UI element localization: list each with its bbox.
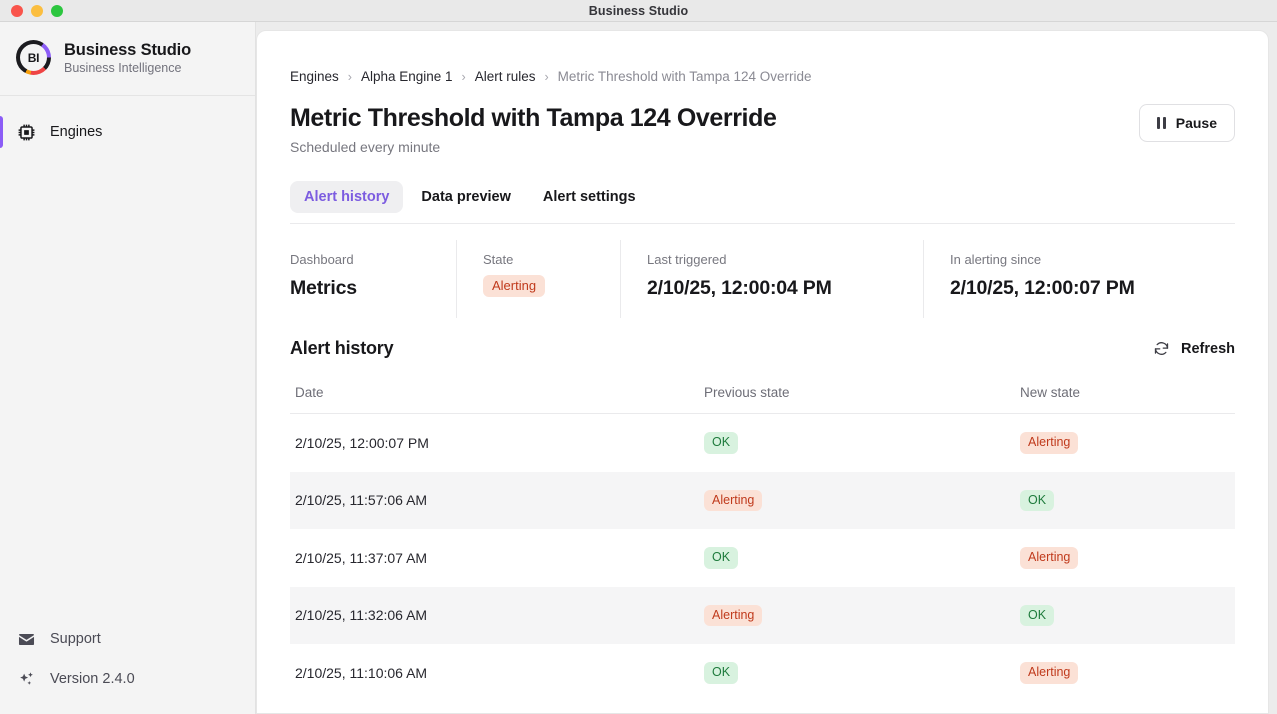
pause-button-label: Pause bbox=[1175, 115, 1217, 131]
pause-icon bbox=[1156, 117, 1166, 129]
refresh-button-label: Refresh bbox=[1181, 340, 1235, 357]
envelope-icon bbox=[16, 629, 36, 649]
breadcrumb-separator-icon: › bbox=[347, 69, 352, 84]
stat-last-triggered: Last triggered 2/10/25, 12:00:04 PM bbox=[620, 240, 923, 318]
cell-new-state: Alerting bbox=[1020, 644, 1235, 702]
sidebar-item-label: Engines bbox=[50, 124, 103, 140]
tab-alert-settings[interactable]: Alert settings bbox=[529, 181, 650, 213]
sparkles-icon bbox=[16, 669, 36, 689]
new-state-badge: Alerting bbox=[1020, 432, 1079, 454]
sidebar-item-version[interactable]: Version 2.4.0 bbox=[16, 662, 239, 696]
sidebar-support-label: Support bbox=[50, 631, 101, 647]
alert-history-header: Alert history Refresh bbox=[290, 338, 1235, 359]
previous-state-badge: Alerting bbox=[704, 489, 763, 511]
cell-date: 2/10/25, 11:10:06 AM bbox=[295, 664, 428, 681]
sidebar-item-support[interactable]: Support bbox=[16, 622, 239, 656]
tab-data-preview[interactable]: Data preview bbox=[407, 181, 524, 213]
tab-alert-history[interactable]: Alert history bbox=[290, 181, 404, 213]
table-row[interactable]: 2/10/25, 11:32:06 AM Alerting OK bbox=[290, 586, 1235, 645]
stat-value: 2/10/25, 12:00:04 PM bbox=[647, 277, 832, 299]
cell-new-state: OK bbox=[1020, 472, 1235, 530]
cell-new-state: OK bbox=[1020, 587, 1235, 645]
chip-icon bbox=[16, 122, 36, 142]
breadcrumb-item-engines[interactable]: Engines bbox=[290, 69, 339, 84]
section-title: Alert history bbox=[290, 338, 394, 358]
sidebar: BI Business Studio Business Intelligence… bbox=[0, 22, 256, 714]
tabs-divider bbox=[290, 223, 1235, 224]
stat-value: Metrics bbox=[290, 277, 357, 299]
cell-previous-state: OK bbox=[704, 644, 1020, 702]
window-titlebar: Business Studio bbox=[0, 0, 1277, 22]
table-row[interactable]: 2/10/25, 11:37:07 AM OK Alerting bbox=[290, 529, 1235, 587]
breadcrumb-item-current: Metric Threshold with Tampa 124 Override bbox=[557, 69, 812, 84]
refresh-button[interactable]: Refresh bbox=[1153, 340, 1235, 357]
app-shell: BI Business Studio Business Intelligence… bbox=[0, 22, 1277, 714]
brand-name: Business Studio bbox=[64, 40, 192, 59]
cell-date: 2/10/25, 12:00:07 PM bbox=[295, 434, 429, 451]
table-header: Date Previous state New state bbox=[290, 385, 1235, 414]
stat-label: In alerting since bbox=[950, 252, 1042, 267]
breadcrumb: Engines › Alpha Engine 1 › Alert rules ›… bbox=[290, 69, 1235, 84]
cell-date: 2/10/25, 11:57:06 AM bbox=[295, 492, 428, 509]
new-state-badge: Alerting bbox=[1020, 662, 1079, 684]
sidebar-item-engines[interactable]: Engines bbox=[0, 110, 255, 154]
page-subtitle: Scheduled every minute bbox=[290, 139, 441, 155]
page-header: Metric Threshold with Tampa 124 Override… bbox=[290, 104, 1235, 155]
stat-dashboard: Dashboard Metrics bbox=[290, 240, 456, 318]
previous-state-badge: OK bbox=[704, 432, 739, 454]
new-state-badge: Alerting bbox=[1020, 547, 1079, 569]
previous-state-badge: OK bbox=[704, 662, 739, 684]
breadcrumb-item-alpha-engine-1[interactable]: Alpha Engine 1 bbox=[361, 69, 453, 84]
sidebar-version-label: Version 2.4.0 bbox=[50, 671, 135, 687]
cell-date: 2/10/25, 11:32:06 AM bbox=[295, 607, 428, 624]
status-badge: Alerting bbox=[483, 275, 546, 297]
column-header-date: Date bbox=[290, 385, 704, 414]
tab-list: Alert history Data preview Alert setting… bbox=[290, 181, 1235, 213]
table-row[interactable]: 2/10/25, 11:57:06 AM Alerting OK bbox=[290, 471, 1235, 530]
cell-previous-state: Alerting bbox=[704, 472, 1020, 530]
stat-label: Dashboard bbox=[290, 252, 354, 267]
column-header-previous-state: Previous state bbox=[704, 385, 1020, 414]
stat-label: State bbox=[483, 252, 514, 267]
brand-subtitle: Business Intelligence bbox=[64, 60, 182, 75]
alert-history-table: Date Previous state New state 2/10/25, 1… bbox=[290, 385, 1235, 702]
breadcrumb-separator-icon: › bbox=[544, 69, 549, 84]
table-body: 2/10/25, 12:00:07 PM OK Alerting 2/10/25… bbox=[290, 414, 1235, 702]
stat-state: State Alerting bbox=[456, 240, 620, 318]
column-header-new-state: New state bbox=[1020, 385, 1235, 414]
cell-previous-state: OK bbox=[704, 414, 1020, 472]
stat-label: Last triggered bbox=[647, 252, 727, 267]
new-state-badge: OK bbox=[1020, 604, 1055, 626]
refresh-icon bbox=[1153, 340, 1170, 357]
brand-block: BI Business Studio Business Intelligence bbox=[0, 22, 255, 96]
previous-state-badge: Alerting bbox=[704, 604, 763, 626]
cell-previous-state: OK bbox=[704, 529, 1020, 587]
sidebar-footer: Support Version 2.4.0 bbox=[0, 622, 255, 714]
table-row[interactable]: 2/10/25, 11:10:06 AM OK Alerting bbox=[290, 644, 1235, 702]
window-title: Business Studio bbox=[588, 3, 689, 18]
breadcrumb-item-alert-rules[interactable]: Alert rules bbox=[475, 69, 536, 84]
cell-previous-state: Alerting bbox=[704, 587, 1020, 645]
pause-button[interactable]: Pause bbox=[1138, 104, 1235, 142]
summary-stats: Dashboard Metrics State Alerting Last tr… bbox=[290, 240, 1235, 318]
cell-new-state: Alerting bbox=[1020, 414, 1235, 472]
stat-value: 2/10/25, 12:00:07 PM bbox=[950, 277, 1135, 299]
cell-date: 2/10/25, 11:37:07 AM bbox=[295, 549, 428, 566]
sidebar-nav: Engines bbox=[0, 96, 255, 622]
page-title: Metric Threshold with Tampa 124 Override bbox=[290, 104, 777, 132]
new-state-badge: OK bbox=[1020, 489, 1055, 511]
content-card: Engines › Alpha Engine 1 › Alert rules ›… bbox=[256, 30, 1269, 714]
main-content: Engines › Alpha Engine 1 › Alert rules ›… bbox=[256, 22, 1277, 714]
table-row[interactable]: 2/10/25, 12:00:07 PM OK Alerting bbox=[290, 414, 1235, 472]
logo-initials: BI bbox=[27, 50, 40, 65]
stat-in-alerting-since: In alerting since 2/10/25, 12:00:07 PM bbox=[923, 240, 1235, 318]
app-logo: BI bbox=[16, 40, 51, 75]
cell-new-state: Alerting bbox=[1020, 529, 1235, 587]
breadcrumb-separator-icon: › bbox=[461, 69, 466, 84]
previous-state-badge: OK bbox=[704, 547, 739, 569]
